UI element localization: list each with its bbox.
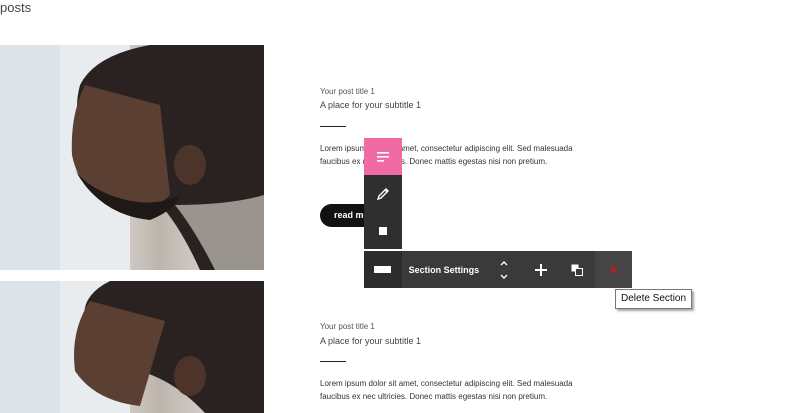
section-handle[interactable] [364, 251, 402, 288]
post-title: Your post title 1 [320, 322, 375, 331]
add-icon[interactable] [522, 251, 559, 288]
square-icon[interactable] [364, 212, 402, 249]
post-excerpt: Lorem ipsum dolor sit amet, consectetur … [320, 379, 573, 401]
delete-icon[interactable] [595, 251, 632, 288]
element-toolbar [364, 138, 402, 249]
post-subtitle: A place for your subtitle 1 [320, 336, 422, 346]
post-excerpt: Lorem ipsum dolor sit amet, consectetur … [320, 144, 573, 166]
post-image [0, 281, 264, 413]
pencil-icon[interactable] [364, 175, 402, 212]
post-title: Your post title 1 [320, 87, 375, 96]
post-divider [320, 126, 346, 127]
section-settings-bar: Section Settings [364, 251, 632, 288]
page-heading: posts [0, 0, 32, 15]
section-settings-label[interactable]: Section Settings [409, 265, 486, 275]
post-image [0, 45, 264, 270]
post-subtitle: A place for your subtitle 1 [320, 100, 422, 110]
duplicate-icon[interactable] [559, 251, 596, 288]
move-up-down-icon[interactable] [486, 251, 523, 288]
text-align-icon[interactable] [364, 138, 402, 175]
tooltip: Delete Section [615, 289, 693, 309]
post-divider [320, 361, 346, 362]
